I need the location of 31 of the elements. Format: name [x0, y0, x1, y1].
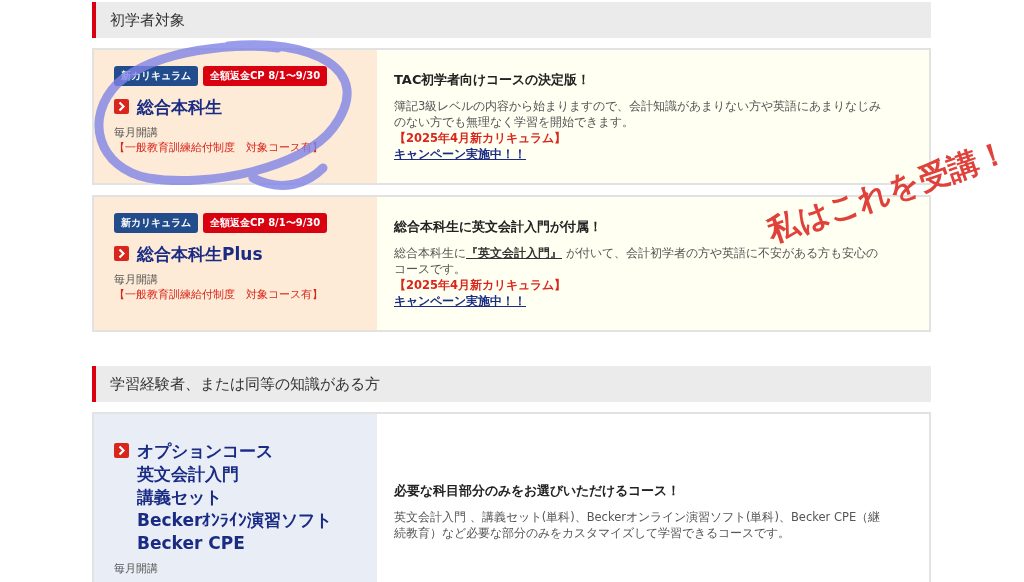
course-title-link[interactable]: 講義セット — [137, 486, 333, 509]
course-title-link[interactable]: オプションコース — [137, 440, 333, 463]
course-description: 英文会計入門 、講義セット(単科)、Beckerオンライン演習ソフト(単科)、Becker CPE（継続教育）など必要な部分のみをカスタマイズして学習できるコースです。 — [394, 508, 882, 541]
curriculum-notice: 【2025年4月新カリキュラム】 — [394, 129, 566, 146]
campaign-link[interactable]: キャンペーン実施中！！ — [394, 145, 526, 162]
course-headline: 総合本科生に英文会計入門が付属！ — [394, 218, 602, 236]
section-heading: 初学者対象 — [92, 2, 931, 38]
campaign-link[interactable]: キャンペーン実施中！！ — [394, 292, 526, 309]
course-title-link[interactable]: Becker CPE — [137, 532, 333, 555]
curriculum-notice: 【2025年4月新カリキュラム】 — [394, 276, 566, 293]
subsidy-note: 【一般教育訓練給付制度 対象コース有】 — [114, 287, 324, 302]
course-title-link[interactable]: 総合本科生Plus — [137, 243, 263, 266]
course-tag: 新カリキュラム — [114, 213, 198, 233]
course-title-link[interactable]: Beckerｵﾝﾗｲﾝ演習ソフト — [137, 509, 333, 532]
course-tag: 全額返金CP 8/1〜9/30 — [203, 213, 328, 233]
schedule-text: 毎月開講 — [114, 125, 159, 140]
course-description: 総合本科生に『英文会計入門』 が付いて、会計初学者の方や英語に不安がある方も安心のコースです。 — [394, 244, 879, 277]
course-tag: 全額返金CP 8/1〜9/30 — [203, 66, 328, 86]
chevron-right-icon — [114, 246, 129, 261]
course-title-link[interactable]: 総合本科生 — [137, 96, 222, 119]
chevron-right-icon — [114, 443, 129, 458]
schedule-text: 毎月開講 — [114, 272, 159, 287]
section-heading: 学習経験者、または同等の知識がある方 — [92, 366, 931, 402]
course-link[interactable]: 『英文会計入門』 — [466, 245, 562, 260]
chevron-right-icon — [114, 99, 129, 114]
course-description: 簿記3級レベルの内容から始まりますので、会計知識があまりない方や英語にあまりなじみのない方でも無理なく学習を開始できます。 — [394, 97, 883, 130]
schedule-text: 毎月開講 — [114, 561, 159, 576]
course-title-link[interactable]: 英文会計入門 — [137, 463, 333, 486]
subsidy-note: 【一般教育訓練給付制度 対象コース有】 — [114, 140, 324, 155]
course-headline: TAC初学者向けコースの決定版！ — [394, 71, 591, 89]
course-headline: 必要な科目部分のみをお選びいただけるコース！ — [394, 482, 680, 500]
